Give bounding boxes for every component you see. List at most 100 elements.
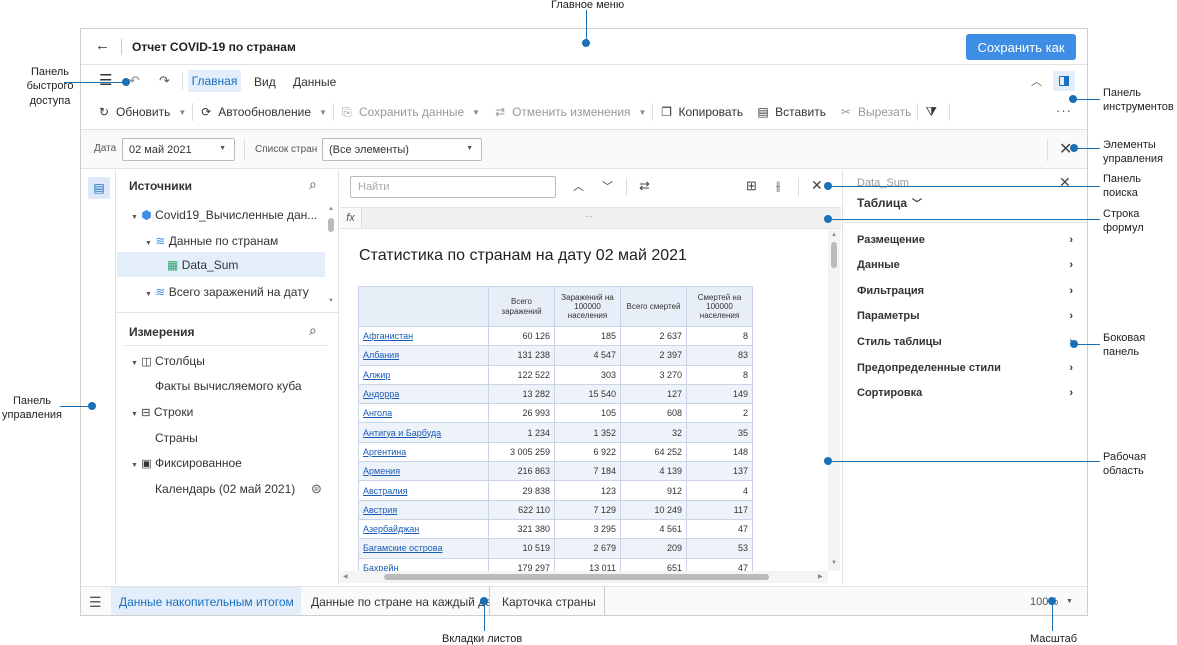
chevron-down-icon[interactable]: ▼ bbox=[1066, 598, 1073, 605]
country-link[interactable]: Австралия bbox=[358, 480, 489, 501]
ann-text: область bbox=[1103, 465, 1144, 478]
save-as-button[interactable]: Сохранить как bbox=[966, 34, 1076, 60]
paste-button[interactable]: ▤ Вставить bbox=[756, 105, 826, 119]
redo-icon[interactable]: ↷ bbox=[159, 73, 170, 89]
tree-item-data-sum[interactable]: ▦ Data_Sum bbox=[167, 258, 238, 272]
ann-text: Панель bbox=[30, 66, 69, 78]
scroll-up-icon[interactable]: ▲ bbox=[328, 206, 334, 212]
replace-icon[interactable]: ⇄ bbox=[639, 178, 650, 194]
country-link[interactable]: Андорра bbox=[358, 383, 489, 405]
country-link[interactable]: Албания bbox=[358, 345, 489, 366]
column-header[interactable]: Смертей на 100000 населения bbox=[686, 286, 753, 327]
tab-view[interactable]: Вид bbox=[254, 75, 276, 89]
country-link[interactable]: Алжир bbox=[358, 364, 489, 385]
column-header[interactable]: Заражений на 100000 населения bbox=[554, 286, 621, 327]
scroll-thumb[interactable] bbox=[328, 218, 334, 232]
collapse-ribbon-icon[interactable]: ︿ bbox=[1031, 73, 1042, 89]
country-link[interactable]: Ангола bbox=[358, 403, 489, 424]
data-panel-icon[interactable]: ▤ bbox=[88, 177, 110, 199]
scroll-down-icon[interactable]: ▼ bbox=[328, 298, 334, 304]
scroll-thumb[interactable] bbox=[384, 574, 769, 580]
ann-toolbar: Панель инструментов bbox=[1103, 86, 1174, 115]
scroll-right-icon[interactable]: ▶ bbox=[818, 573, 823, 580]
dim-columns-item[interactable]: Факты вычисляемого куба bbox=[155, 379, 302, 393]
country-link[interactable]: Антигуа и Барбуда bbox=[358, 422, 489, 443]
dim-rows-item[interactable]: Страны bbox=[155, 431, 198, 445]
country-link[interactable]: Австрия bbox=[358, 499, 489, 520]
scroll-thumb[interactable] bbox=[831, 242, 837, 268]
chevron-up-icon[interactable]: ︿ bbox=[573, 178, 584, 194]
country-link[interactable]: Аргентина bbox=[358, 441, 489, 463]
prop-sorting[interactable]: Сортировка › bbox=[857, 387, 1073, 399]
tab-home[interactable]: Главная bbox=[188, 70, 241, 92]
table-cell: 2 679 bbox=[554, 538, 621, 559]
ann-text: Боковая bbox=[1103, 332, 1146, 344]
chevron-down-icon[interactable]: ﹀ bbox=[602, 178, 613, 194]
filter-button[interactable]: ⧩ bbox=[924, 104, 943, 120]
sheets-menu-icon[interactable]: ☰ bbox=[89, 594, 102, 611]
table-cell: 4 547 bbox=[554, 345, 621, 366]
back-arrow-icon[interactable]: ← bbox=[95, 37, 110, 54]
sheet-tab-cumulative[interactable]: Данные накопительным итогом bbox=[111, 587, 301, 615]
workspace-vscroll[interactable]: ▲ ▼ bbox=[828, 230, 840, 571]
sheet-tab-country-card[interactable]: Карточка страны bbox=[494, 587, 605, 615]
close-icon[interactable]: ✕ bbox=[1059, 174, 1071, 191]
dim-columns[interactable]: ▼ ◫ Столбцы bbox=[131, 354, 205, 368]
table-cell: 4 561 bbox=[620, 518, 687, 540]
search-settings-icon[interactable]: ⊞ bbox=[746, 178, 757, 194]
formula-bar[interactable]: fx ··· bbox=[340, 207, 841, 229]
close-icon[interactable]: ✕ bbox=[811, 177, 823, 194]
prop-table-style[interactable]: Стиль таблицы› bbox=[857, 336, 1073, 348]
side-panel-toggle[interactable] bbox=[1053, 71, 1075, 91]
table-cell: 13 282 bbox=[488, 383, 555, 405]
prop-data[interactable]: Данные › bbox=[857, 259, 1073, 271]
undo-icon[interactable]: ↶ bbox=[129, 73, 140, 89]
sheet-tab-daily[interactable]: Данные по стране на каждый де bbox=[303, 587, 490, 615]
country-link[interactable]: Багамские острова bbox=[358, 538, 489, 559]
prop-predefined-styles[interactable]: Предопределенные стили › bbox=[857, 362, 1073, 374]
dim-rows[interactable]: ▼ ⊟ Строки bbox=[131, 405, 193, 419]
workspace-hscroll[interactable]: ◀ ▶ bbox=[340, 571, 828, 583]
chevron-down-icon: ﹀ bbox=[912, 199, 923, 210]
paste-icon: ▤ bbox=[757, 105, 769, 119]
countries-select[interactable]: (Все элементы) ▼ bbox=[322, 138, 482, 161]
dim-fixed[interactable]: ▼ ▣ Фиксированное bbox=[131, 456, 242, 470]
scroll-down-icon[interactable]: ▼ bbox=[831, 560, 837, 566]
column-header[interactable]: Всего смертей bbox=[620, 286, 687, 327]
save-data-button[interactable]: ⎘ Сохранить данные ▼ bbox=[340, 105, 480, 120]
scroll-up-icon[interactable]: ▲ bbox=[831, 232, 837, 238]
search-icon[interactable]: ⌕ bbox=[309, 176, 317, 193]
cut-button[interactable]: ✂ Вырезать bbox=[839, 105, 911, 119]
country-link[interactable]: Афганистан bbox=[358, 325, 489, 347]
country-link[interactable]: Азербайджан bbox=[358, 518, 489, 540]
prop-placement[interactable]: Размещение › bbox=[857, 234, 1073, 246]
refresh-button[interactable]: ↻ Обновить ▼ bbox=[97, 105, 186, 119]
dim-fixed-item[interactable]: Календарь (02 май 2021) bbox=[155, 482, 295, 496]
sliders-icon[interactable]: ⫲ bbox=[776, 178, 780, 194]
resize-handle-icon[interactable]: ··· bbox=[585, 212, 593, 221]
scroll-left-icon[interactable]: ◀ bbox=[343, 573, 348, 580]
table-cell: 608 bbox=[620, 403, 687, 424]
column-header[interactable]: Всего заражений bbox=[488, 286, 555, 327]
filter-options-icon[interactable]: ⊜ bbox=[311, 481, 322, 497]
side-panel-type[interactable]: Таблица ﹀ bbox=[857, 195, 923, 211]
table-cell: 29 838 bbox=[488, 480, 555, 501]
country-link[interactable]: Армения bbox=[358, 461, 489, 482]
search-icon[interactable]: ⌕ bbox=[309, 322, 317, 339]
hamburger-menu-icon[interactable]: ☰ bbox=[99, 73, 112, 88]
prop-filtering[interactable]: Фильтрация › bbox=[857, 285, 1073, 297]
search-input[interactable]: Найти bbox=[350, 176, 556, 198]
date-select[interactable]: 02 май 2021 ▼ bbox=[122, 138, 235, 161]
autorefresh-button[interactable]: ⟳ Автообновление ▼ bbox=[199, 105, 327, 119]
prop-parameters[interactable]: Параметры › bbox=[857, 310, 1073, 322]
copy-button[interactable]: ❐ Копировать bbox=[659, 105, 743, 119]
undo-changes-button[interactable]: ⇄ Отменить изменения ▼ bbox=[493, 105, 646, 119]
sources-scrollbar[interactable]: ▲ ▼ bbox=[327, 206, 335, 308]
ann-search-panel: Панель поиска bbox=[1103, 172, 1141, 201]
tree-item-total-infections[interactable]: ▼ ≋ Всего заражений на дату bbox=[145, 285, 309, 299]
more-icon[interactable]: ··· bbox=[1056, 103, 1072, 118]
tree-item-cube[interactable]: ▼ ⬢ Covid19_Вычисленные дан... bbox=[131, 208, 317, 222]
tree-item-countries[interactable]: ▼ ≋ Данные по странам bbox=[145, 234, 278, 248]
tab-data[interactable]: Данные bbox=[293, 75, 336, 89]
chevron-right-icon: › bbox=[1069, 234, 1073, 246]
